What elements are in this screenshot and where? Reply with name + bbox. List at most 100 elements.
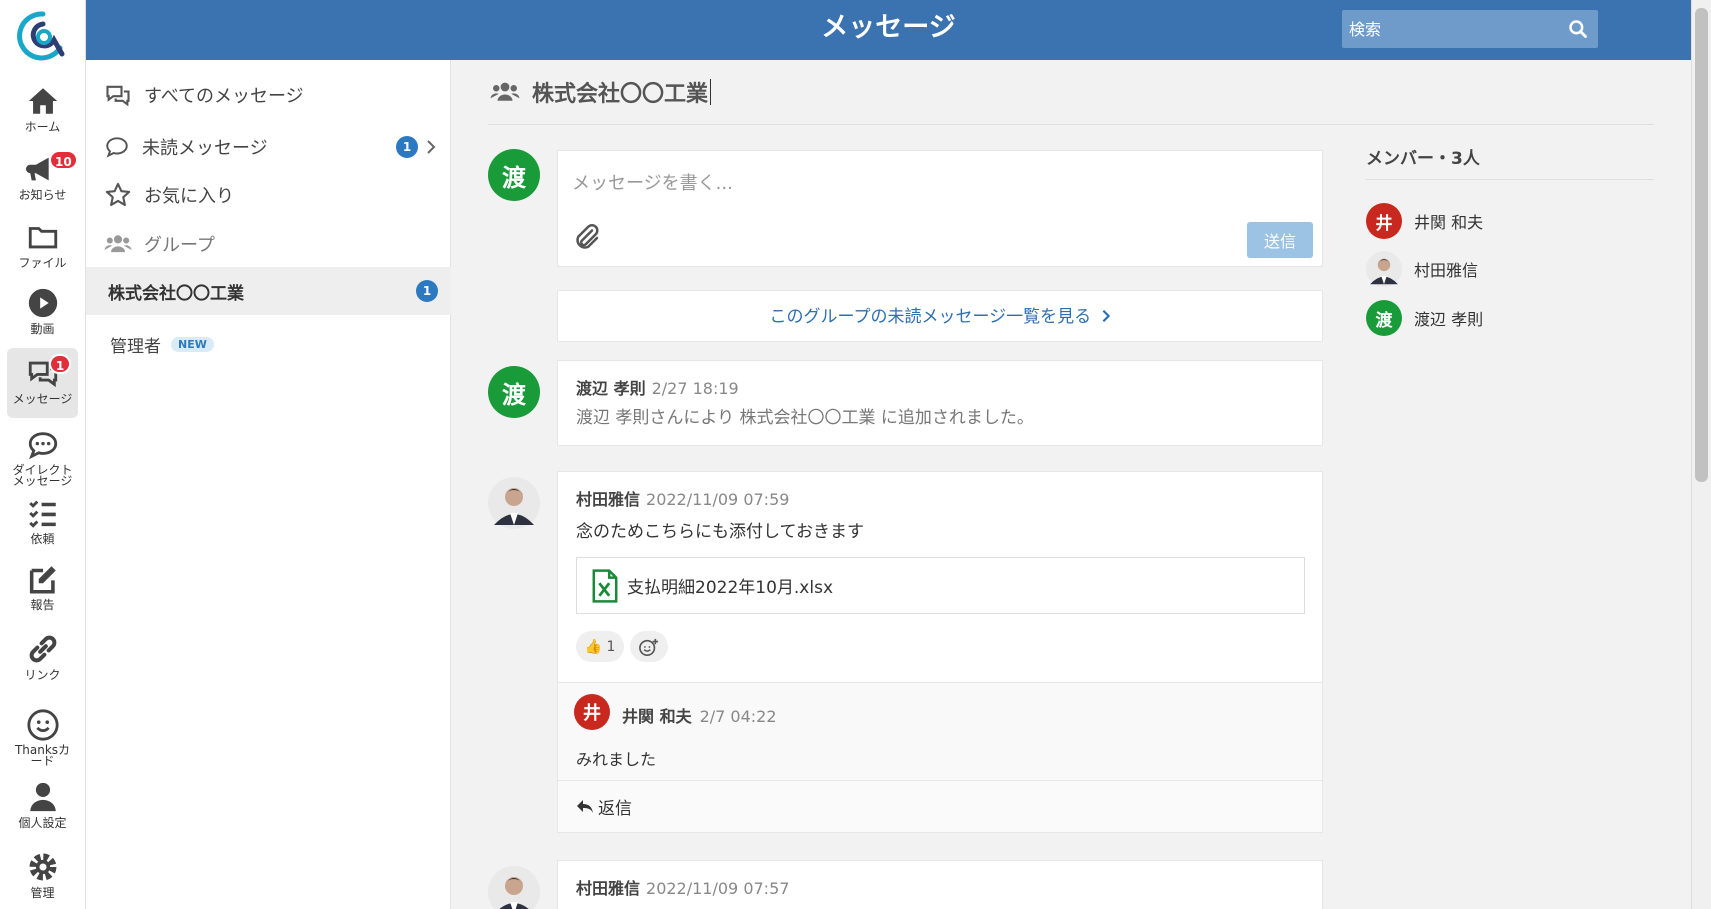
group-item-admin[interactable]: 管理者 NEW (86, 322, 451, 366)
channel-favorites[interactable]: お気に入り (86, 172, 451, 218)
group-label: 株式会社〇〇工業 (108, 283, 244, 304)
member-item[interactable]: 村田雅信 (1366, 251, 1478, 287)
member-name: 渡辺 孝則 (1414, 310, 1484, 329)
channel-label: 未読メッセージ (142, 138, 268, 159)
channel-label: すべてのメッセージ (144, 86, 304, 107)
message-main: 株式会社〇〇工業 渡 送信 このグループの未読メッセージ一覧を見る 渡 渡辺 孝… (452, 60, 1691, 909)
add-reaction-button[interactable] (630, 631, 668, 662)
message-author[interactable]: 村田雅信 (576, 490, 640, 509)
announcement-badge: 10 (49, 150, 78, 170)
reaction-thumbs-up[interactable]: 👍 1 (576, 631, 624, 662)
file-attachment[interactable]: 支払明細2022年10月.xlsx (576, 557, 1305, 614)
group-label: 管理者 (110, 336, 161, 357)
rail-label: 報告 (30, 598, 55, 612)
reply-button[interactable]: 返信 (558, 780, 1322, 832)
message-composer: 送信 (557, 150, 1323, 267)
link-icon (29, 635, 56, 663)
add-emoji-icon (639, 638, 659, 656)
direct-message-icon (28, 432, 57, 460)
rail-label-line2: メッセージ (12, 474, 73, 488)
thumbs-up-emoji: 👍 (584, 638, 603, 655)
member-item[interactable]: 井 井関 和夫 (1366, 203, 1483, 239)
group-name[interactable]: 株式会社〇〇工業 (532, 76, 708, 108)
play-icon (28, 288, 57, 318)
reply-thread: 井 井関 和夫 2/7 04:22 みれました (558, 682, 1322, 780)
reply-body: みれました (576, 750, 657, 769)
star-icon (105, 182, 131, 206)
rail-item-links[interactable]: リンク (7, 632, 78, 684)
chevron-right-icon (427, 140, 436, 154)
message-header: 村田雅信 2022/11/09 07:57 (576, 875, 789, 899)
message-time: 2022/11/09 07:57 (646, 879, 790, 898)
message-avatar[interactable]: 渡 (488, 366, 540, 418)
chevron-right-icon (1102, 309, 1110, 323)
channel-label: お気に入り (144, 186, 234, 207)
message-body: 念のためこちらにも添付しておきます (576, 522, 864, 542)
message-time: 2022/11/09 07:59 (646, 490, 790, 509)
photo-avatar (1366, 251, 1402, 287)
rail-label: お知らせ (18, 188, 67, 202)
member-item[interactable]: 渡 渡辺 孝則 (1366, 300, 1483, 336)
app-rail: ホーム 10 お知らせ ファイル 動画 1 メッセージ ダイレクト メッセージ 依… (0, 0, 86, 909)
reply-arrow-icon (577, 799, 593, 813)
rail-item-videos[interactable]: 動画 (7, 286, 78, 338)
message-author[interactable]: 渡辺 孝則 (576, 379, 646, 398)
channel-list: すべてのメッセージ 未読メッセージ 1 お気に入り グループ 株式会社〇〇工業 … (86, 60, 451, 909)
rail-item-admin[interactable]: 管理 (7, 850, 78, 902)
rail-item-messages[interactable]: 1 メッセージ (7, 348, 78, 418)
rail-item-home[interactable]: ホーム (7, 84, 78, 136)
photo-avatar[interactable] (488, 866, 540, 909)
rail-item-thanks-card[interactable]: Thanksカ ード (7, 708, 78, 767)
paperclip-icon[interactable] (572, 223, 602, 253)
photo-avatar[interactable] (488, 477, 540, 529)
composer-avatar: 渡 (488, 149, 540, 201)
search-icon[interactable] (1568, 19, 1588, 39)
reaction-count: 1 (606, 638, 616, 655)
channel-unread[interactable]: 未読メッセージ 1 (86, 124, 451, 170)
member-avatar: 井 (1366, 203, 1402, 239)
search-input[interactable] (1342, 10, 1562, 48)
edit-icon (29, 566, 56, 594)
reply-header: 井関 和夫 2/7 04:22 (622, 703, 777, 727)
message-item: 村田雅信 2022/11/09 07:59 念のためこちらにも添付しておきます 支… (557, 471, 1323, 833)
rail-item-personal-settings[interactable]: 個人設定 (7, 780, 78, 832)
messages-badge: 1 (49, 354, 71, 374)
home-icon (28, 88, 57, 114)
message-input[interactable] (558, 151, 1322, 211)
member-name: 村田雅信 (1414, 261, 1479, 280)
group-item-selected[interactable]: 株式会社〇〇工業 1 (86, 267, 451, 315)
message-item: 村田雅信 2022/11/09 07:57 (557, 860, 1323, 909)
text-cursor (710, 79, 712, 105)
reply-author[interactable]: 井関 和夫 (622, 707, 692, 726)
vertical-scrollbar[interactable] (1691, 0, 1711, 909)
channel-all-messages[interactable]: すべてのメッセージ (86, 72, 451, 118)
app-window: ホーム 10 お知らせ ファイル 動画 1 メッセージ ダイレクト メッセージ 依… (0, 0, 1711, 909)
rail-label: 個人設定 (18, 816, 67, 830)
rail-label: 動画 (30, 322, 55, 336)
rail-item-requests[interactable]: 依頼 (7, 496, 78, 548)
send-button[interactable]: 送信 (1247, 222, 1313, 258)
smile-icon (26, 709, 59, 741)
rail-item-files[interactable]: ファイル (7, 220, 78, 272)
message-header: 渡辺 孝則 2/27 18:19 (576, 375, 739, 399)
unread-messages-link[interactable]: このグループの未読メッセージ一覧を見る (557, 290, 1323, 342)
reply-avatar[interactable]: 井 (574, 694, 610, 730)
rail-label: リンク (24, 668, 61, 682)
top-header: メッセージ 渡 (86, 0, 1691, 60)
message-author[interactable]: 村田雅信 (576, 879, 640, 898)
app-logo-icon[interactable] (16, 10, 70, 62)
rail-item-direct-messages[interactable]: ダイレクト メッセージ (7, 428, 78, 487)
rail-item-announcements[interactable]: 10 お知らせ (7, 150, 78, 204)
excel-file-icon (592, 568, 618, 603)
scrollbar-thumb[interactable] (1695, 8, 1708, 482)
rail-label: ホーム (24, 120, 61, 134)
rail-label: メッセージ (12, 392, 73, 406)
attachment-filename: 支払明細2022年10月.xlsx (627, 578, 834, 598)
rail-item-reports[interactable]: 報告 (7, 562, 78, 614)
speech-bubble-icon (106, 137, 128, 158)
reply-label: 返信 (598, 799, 632, 819)
message-header: 村田雅信 2022/11/09 07:59 (576, 486, 789, 510)
new-badge: NEW (171, 336, 214, 352)
group-header: 株式会社〇〇工業 (488, 60, 1654, 125)
folder-icon (28, 227, 57, 249)
